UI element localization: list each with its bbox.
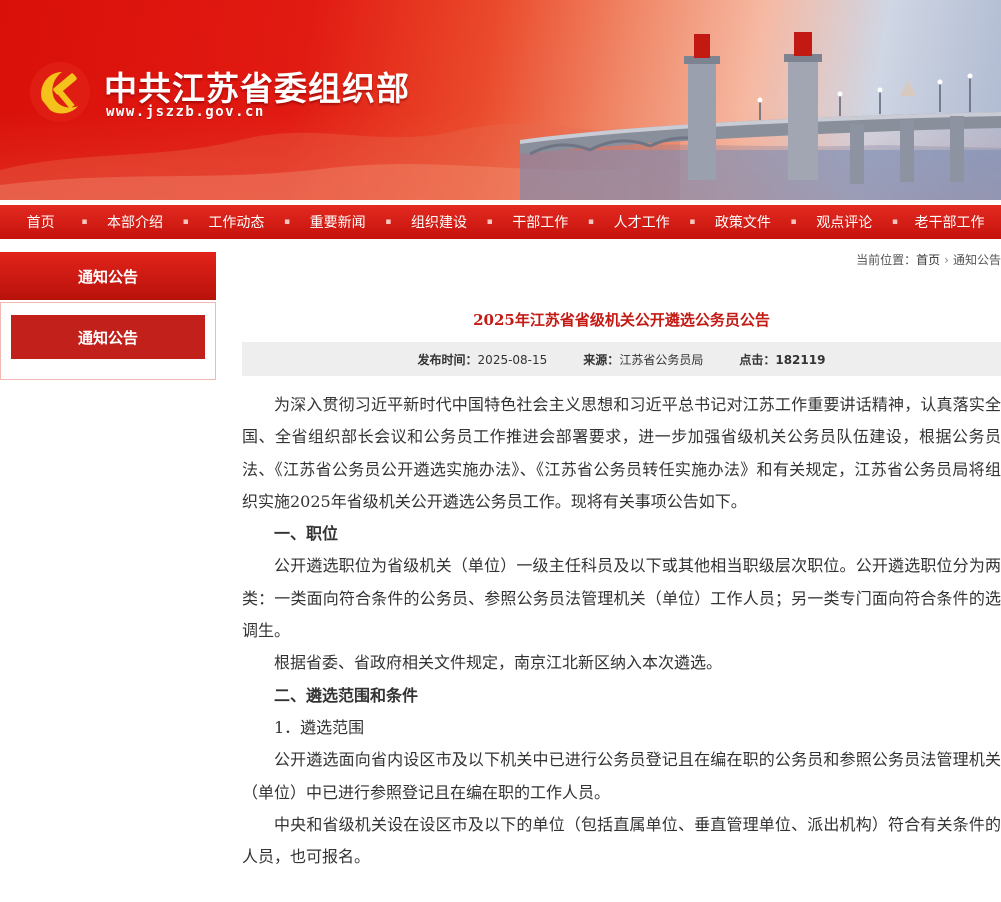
breadcrumb-current[interactable]: 通知公告 (953, 253, 1001, 267)
nav-item-work-news[interactable]: 工作动态 (189, 212, 284, 232)
article-paragraph: 根据省委、省政府相关文件规定，南京江北新区纳入本次遴选。 (274, 653, 723, 673)
publish-date: 2025-08-15 (477, 352, 548, 367)
nav-item-important-news[interactable]: 重要新闻 (290, 212, 385, 232)
article-paragraph: 中央和省级机关设在设区市及以下的单位（包括直属单位、垂直管理单位、派出机构）符合… (242, 814, 1001, 867)
party-emblem-icon[interactable] (28, 60, 92, 124)
source-info: 来源：江苏省公务员局 (583, 351, 703, 368)
article-body: 为深入贯彻习近平新时代中国特色社会主义思想和习近平总书记对江苏工作重要讲话精神，… (242, 389, 1001, 873)
nav-item-about[interactable]: 本部介绍 (87, 212, 182, 232)
main-nav: 首页 ▪ 本部介绍 ▪ 工作动态 ▪ 重要新闻 ▪ 组织建设 ▪ 干部工作 ▪ … (0, 200, 1001, 244)
nav-item-opinion[interactable]: 观点评论 (797, 212, 892, 232)
article-paragraph: 为深入贯彻习近平新时代中国特色社会主义思想和习近平总书记对江苏工作重要讲话精神，… (242, 395, 1001, 511)
article-title: 2025年江苏省省级机关公开遴选公务员公告 (473, 311, 770, 329)
breadcrumb-home-link[interactable]: 首页 (916, 253, 940, 267)
nav-bar: 首页 ▪ 本部介绍 ▪ 工作动态 ▪ 重要新闻 ▪ 组织建设 ▪ 干部工作 ▪ … (0, 205, 1001, 239)
sidebar-item-notices[interactable]: 通知公告 (11, 315, 205, 359)
nav-item-talent[interactable]: 人才工作 (594, 212, 689, 232)
article-meta: 发布时间：2025-08-15 来源：江苏省公务员局 点击：182119 (242, 342, 1001, 376)
breadcrumb-prefix: 当前位置： (856, 253, 917, 267)
nav-item-home[interactable]: 首页 (0, 212, 81, 232)
clicks-label: 点击： (739, 352, 776, 367)
chevron-right-icon: › (944, 253, 949, 267)
article-paragraph: 公开遴选职位为省级机关（单位）一级主任科员及以下或其他相当职级层次职位。公开遴选… (242, 556, 1001, 641)
nav-item-veteran-cadre[interactable]: 老干部工作 (898, 212, 1001, 232)
header-banner: 中共江苏省委组织部 www.jszzb.gov.cn (0, 0, 1001, 200)
clicks-info: 点击：182119 (739, 351, 825, 368)
nav-item-cadre[interactable]: 干部工作 (493, 212, 588, 232)
section-heading: 一、职位 (274, 524, 339, 544)
bridge-image (520, 32, 1001, 200)
nav-item-organization[interactable]: 组织建设 (391, 212, 486, 232)
article-paragraph: 1．遴选范围 (274, 717, 365, 737)
article-paragraph: 公开遴选面向省内设区市及以下机关中已进行公务员登记且在编在职的公务员和参照公务员… (242, 750, 1001, 802)
publish-info: 发布时间：2025-08-15 (418, 351, 548, 368)
site-url[interactable]: www.jszzb.gov.cn (106, 104, 265, 120)
source-label: 来源： (583, 352, 620, 367)
site-title[interactable]: 中共江苏省委组织部 (104, 62, 410, 110)
sidebar-heading: 通知公告 (0, 252, 216, 300)
publish-label: 发布时间： (417, 352, 478, 367)
source-value: 江苏省公务员局 (619, 352, 704, 367)
clicks-value: 182119 (775, 352, 826, 367)
nav-item-policy[interactable]: 政策文件 (695, 212, 790, 232)
section-heading: 二、遴选范围和条件 (274, 685, 419, 705)
sidebar-menu: 通知公告 (0, 302, 216, 380)
breadcrumb: 当前位置：首页 › 通知公告 (856, 251, 1001, 268)
